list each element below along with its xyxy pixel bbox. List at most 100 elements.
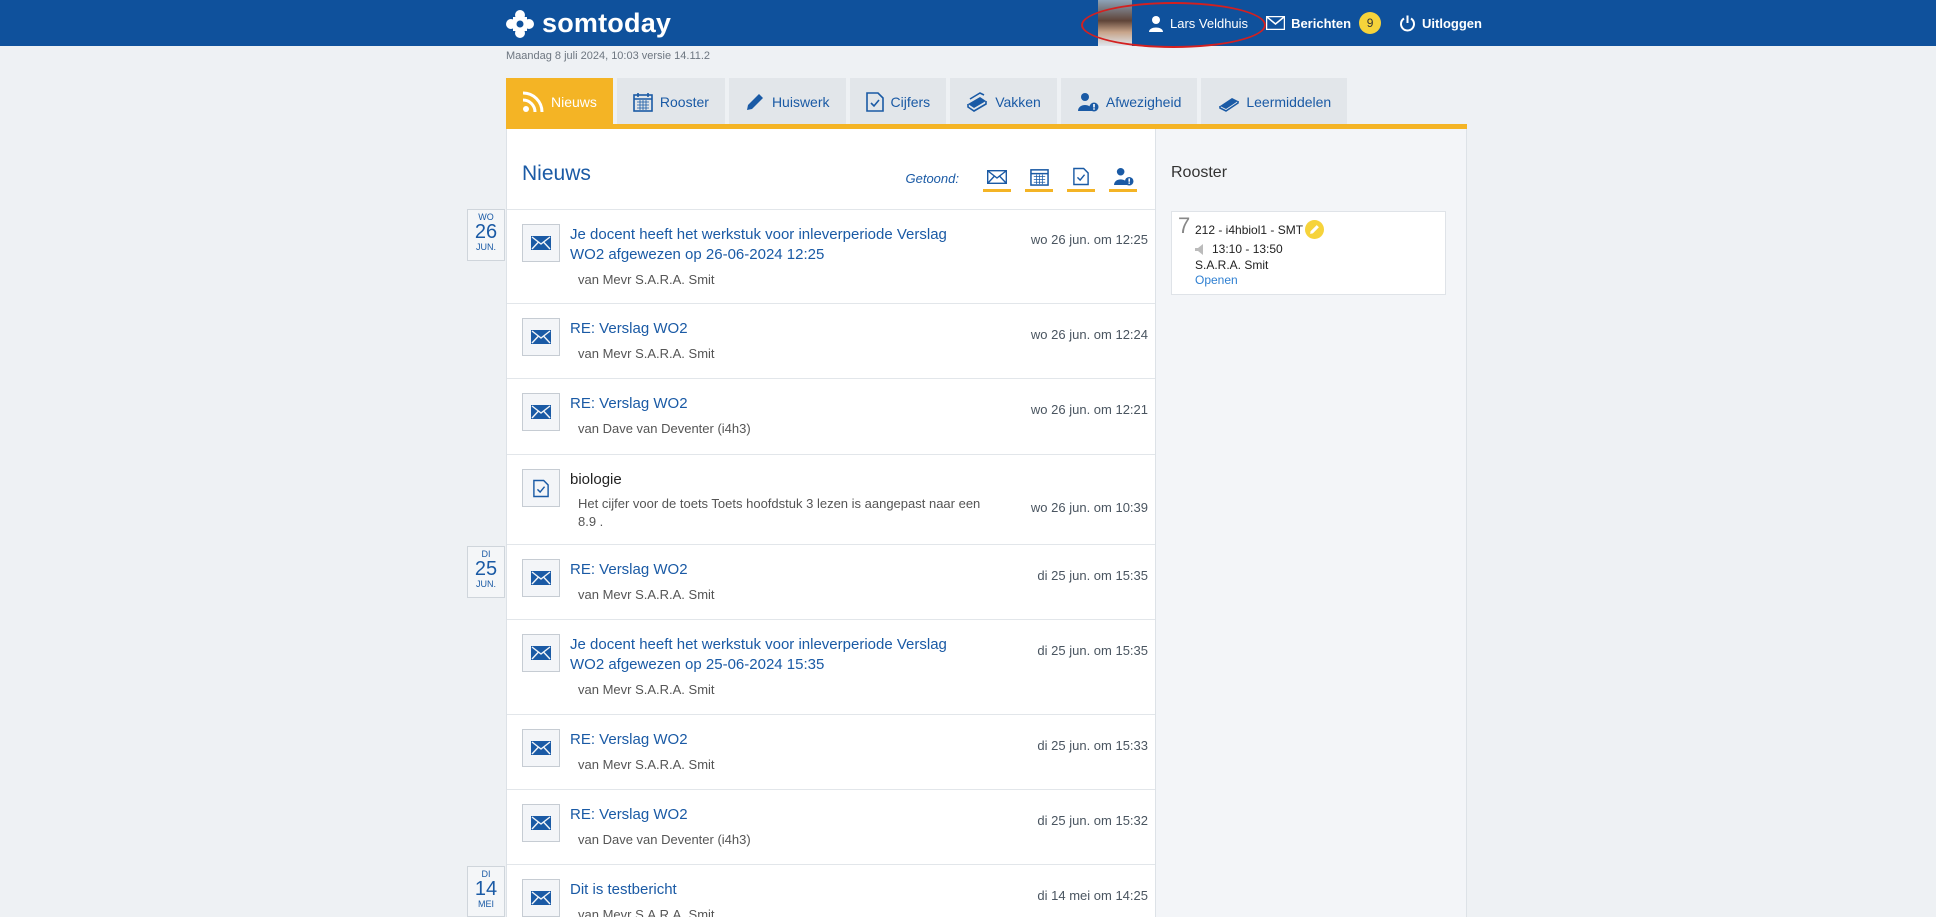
tab-label: Rooster xyxy=(659,93,709,110)
envelope-icon xyxy=(987,169,1007,184)
filter-afwezigheid-toggle[interactable] xyxy=(1109,164,1137,192)
item-type-icon xyxy=(522,224,560,262)
item-timestamp: wo 26 jun. om 12:25 xyxy=(1030,232,1148,247)
item-title[interactable]: Dit is testbericht xyxy=(570,880,970,900)
tab-rooster[interactable]: Rooster xyxy=(616,78,725,125)
news-filter: Getoond: xyxy=(905,164,1137,192)
item-timestamp: di 25 jun. om 15:35 xyxy=(1037,643,1148,658)
item-sender: van Mevr S.A.R.A. Smit xyxy=(578,907,715,917)
day-tag-month: JUN. xyxy=(476,242,496,252)
filter-label: Getoond: xyxy=(905,170,960,186)
filter-rooster-toggle[interactable] xyxy=(1025,164,1053,192)
date-version-line: Maandag 8 juli 2024, 10:03 versie 14.11.… xyxy=(506,50,711,62)
rooster-title: Rooster xyxy=(1171,164,1228,181)
messages-link[interactable]: Berichten 9 xyxy=(1266,12,1382,34)
avatar[interactable] xyxy=(1098,0,1132,46)
edit-icon[interactable] xyxy=(1305,220,1325,239)
logout-button[interactable]: Uitloggen xyxy=(1399,15,1482,32)
item-type-icon xyxy=(522,879,560,917)
somtoday-logo-icon xyxy=(506,9,534,38)
rooster-panel: Rooster 7 212 - i4hbiol1 - SMT 13:10 - 1… xyxy=(1156,129,1467,917)
book-icon xyxy=(1219,97,1240,112)
news-item[interactable]: RE: Verslag WO2 van Mevr S.A.R.A. Smit d… xyxy=(507,545,1155,620)
envelope-icon xyxy=(531,741,551,755)
lesson-teacher: S.A.R.A. Smit xyxy=(1195,258,1269,272)
news-item[interactable]: RE: Verslag WO2 van Mevr S.A.R.A. Smit d… xyxy=(507,715,1155,790)
lesson-hour: 7 xyxy=(1178,213,1191,238)
item-title[interactable]: biologie xyxy=(570,470,970,490)
lesson-info: 212 - i4hbiol1 - SMT xyxy=(1195,220,1325,239)
rss-icon xyxy=(522,91,544,112)
tab-nieuws[interactable]: Nieuws xyxy=(506,78,613,125)
envelope-icon xyxy=(531,571,551,585)
tab-label: Nieuws xyxy=(551,93,597,110)
item-title[interactable]: RE: Verslag WO2 xyxy=(570,805,970,825)
item-timestamp: di 25 jun. om 15:32 xyxy=(1037,813,1148,828)
tab-afwezigheid[interactable]: Afwezigheid xyxy=(1060,78,1198,125)
filter-cijfers-toggle[interactable] xyxy=(1067,164,1095,192)
tab-vakken[interactable]: Vakken xyxy=(950,78,1057,125)
news-header: Nieuws Getoond: xyxy=(507,129,1155,210)
user-profile-link[interactable]: Lars Veldhuis xyxy=(1148,15,1248,32)
news-panel: Nieuws Getoond: Je docent heeft het werk… xyxy=(506,129,1156,917)
day-tag-14-mei: DI 14 MEI xyxy=(467,866,505,917)
filter-messages-toggle[interactable] xyxy=(983,164,1011,192)
tab-label: Leermiddelen xyxy=(1246,93,1332,110)
news-item[interactable]: biologie Het cijfer voor de toets Toets … xyxy=(507,455,1155,545)
news-item[interactable]: RE: Verslag WO2 van Mevr S.A.R.A. Smit w… xyxy=(507,304,1155,379)
top-bar: somtoday Lars Veldhuis Berichten 9 Uitlo… xyxy=(0,0,1936,48)
speaker-icon xyxy=(1195,243,1203,255)
tab-huiswerk[interactable]: Huiswerk xyxy=(728,78,846,125)
open-lesson-link[interactable]: Openen xyxy=(1195,273,1238,287)
envelope-icon xyxy=(531,236,551,250)
item-sender: van Mevr S.A.R.A. Smit xyxy=(578,587,715,602)
item-type-icon xyxy=(522,559,560,597)
item-timestamp: wo 26 jun. om 10:39 xyxy=(1030,500,1148,515)
item-timestamp: di 25 jun. om 15:35 xyxy=(1037,568,1148,583)
envelope-icon xyxy=(531,330,551,344)
messages-count-badge: 9 xyxy=(1359,12,1382,34)
messages-label: Berichten xyxy=(1291,15,1352,31)
day-tag-month: JUN. xyxy=(476,579,496,589)
rooster-lesson-card[interactable]: 7 212 - i4hbiol1 - SMT 13:10 - 13:50 S.A… xyxy=(1171,211,1446,295)
item-title[interactable]: RE: Verslag WO2 xyxy=(570,730,970,750)
grade-doc-icon xyxy=(533,479,549,497)
news-item[interactable]: RE: Verslag WO2 van Dave van Deventer (i… xyxy=(507,790,1155,865)
tab-label: Huiswerk xyxy=(771,93,830,110)
item-title[interactable]: RE: Verslag WO2 xyxy=(570,560,970,580)
pencil-icon xyxy=(1310,225,1319,234)
item-title[interactable]: RE: Verslag WO2 xyxy=(570,319,970,339)
item-sender: van Mevr S.A.R.A. Smit xyxy=(578,682,715,697)
power-icon xyxy=(1400,15,1416,31)
somtoday-logo[interactable]: somtoday xyxy=(506,8,671,39)
news-item[interactable]: Je docent heeft het werkstuk voor inleve… xyxy=(507,620,1155,715)
item-title[interactable]: RE: Verslag WO2 xyxy=(570,394,970,414)
item-title[interactable]: Je docent heeft het werkstuk voor inleve… xyxy=(570,225,970,265)
item-timestamp: di 14 mei om 14:25 xyxy=(1037,888,1148,903)
lesson-time-text: 13:10 - 13:50 xyxy=(1212,242,1283,256)
day-tag-day: 14 xyxy=(474,878,498,900)
news-item[interactable]: RE: Verslag WO2 van Dave van Deventer (i… xyxy=(507,379,1155,455)
tab-label: Cijfers xyxy=(890,93,931,110)
tab-cijfers[interactable]: Cijfers xyxy=(849,78,947,125)
calendar-icon xyxy=(633,92,653,112)
item-type-icon xyxy=(522,729,560,767)
day-tag-day: 25 xyxy=(474,558,498,580)
news-item[interactable]: Dit is testbericht van Mevr S.A.R.A. Smi… xyxy=(507,865,1155,917)
main-tabs: Nieuws Rooster Huiswerk Cijfers Vakken A… xyxy=(506,78,1351,125)
item-type-icon xyxy=(522,393,560,431)
day-tag-25-jun: DI 25 JUN. xyxy=(467,546,505,598)
user-area: Lars Veldhuis Berichten 9 Uitloggen xyxy=(1098,0,1482,46)
day-tag-26-jun: WO 26 JUN. xyxy=(467,209,505,261)
item-sender: van Mevr S.A.R.A. Smit xyxy=(578,757,715,772)
item-sender: van Mevr S.A.R.A. Smit xyxy=(578,346,715,361)
item-timestamp: wo 26 jun. om 12:24 xyxy=(1030,327,1148,342)
tab-leermiddelen[interactable]: Leermiddelen xyxy=(1201,78,1348,125)
item-title[interactable]: Je docent heeft het werkstuk voor inleve… xyxy=(570,635,970,675)
grade-doc-icon xyxy=(1073,167,1089,186)
envelope-icon xyxy=(531,405,551,419)
news-item[interactable]: Je docent heeft het werkstuk voor inleve… xyxy=(507,210,1155,304)
user-name: Lars Veldhuis xyxy=(1170,15,1249,31)
item-grade-description: Het cijfer voor de toets Toets hoofdstuk… xyxy=(578,496,981,529)
logout-label: Uitloggen xyxy=(1422,15,1482,31)
